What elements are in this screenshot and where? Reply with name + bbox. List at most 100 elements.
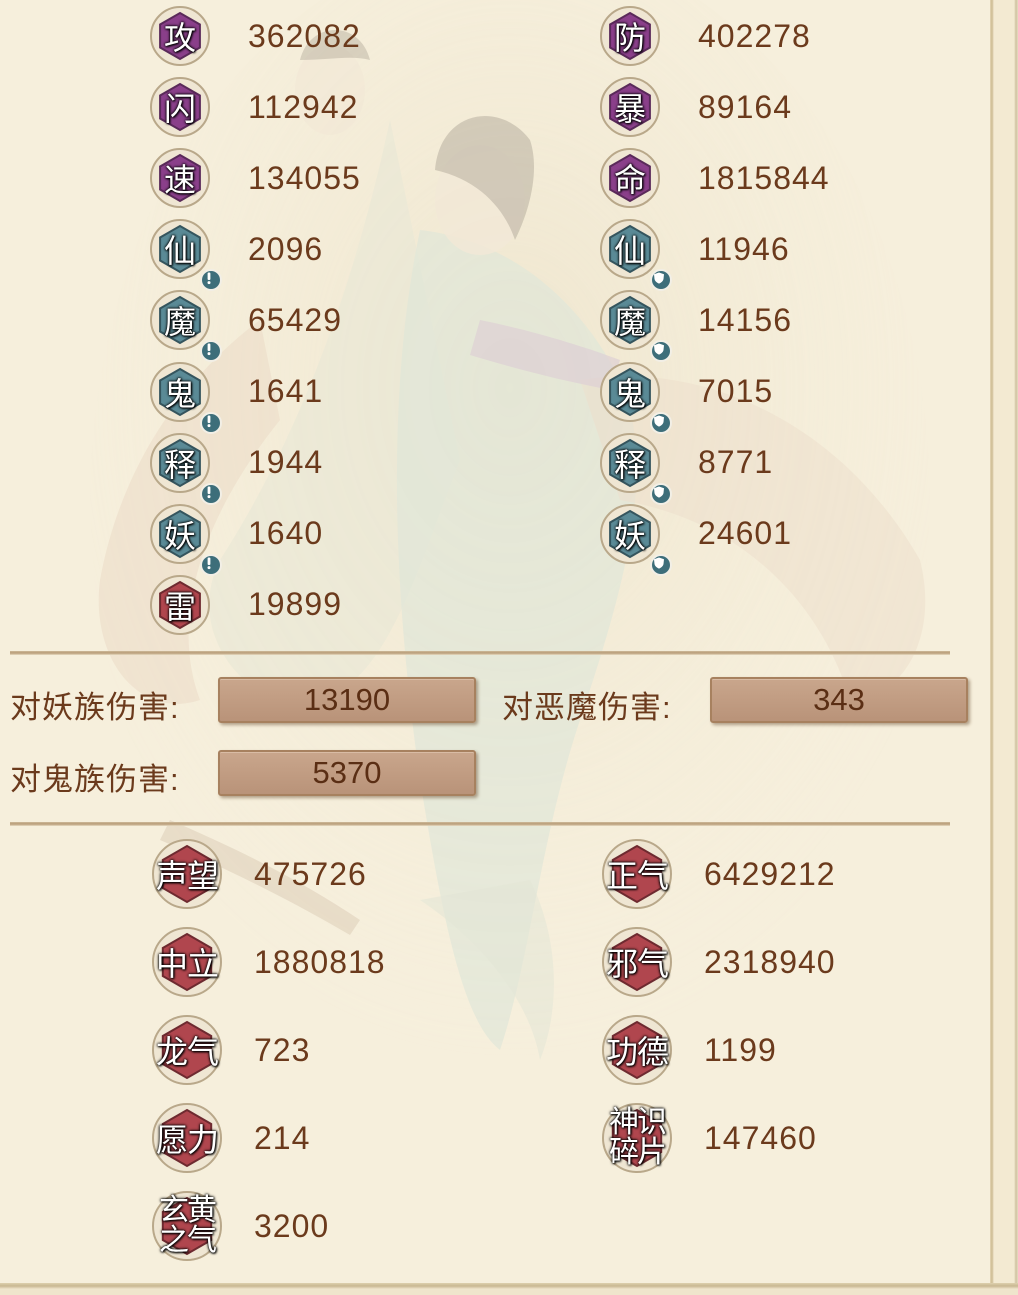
reputation-row: 功德 1199: [602, 1015, 777, 1085]
reputation-row: 神识碎片 147460: [602, 1103, 817, 1173]
stat-hex-icon: 暴: [600, 77, 660, 138]
stat-row: 鬼 7015: [600, 361, 774, 434]
reputation-hex-icon: 中立: [152, 927, 222, 997]
stat-value: 1640: [248, 515, 324, 552]
stat-hex-icon: 释: [600, 432, 672, 505]
stat-icon-char: 攻: [163, 19, 196, 57]
stat-icon-char: 闪: [163, 90, 196, 129]
reputation-value: 723: [254, 1031, 311, 1068]
stat-value: 8771: [698, 444, 774, 481]
stat-icon-char: 暴: [613, 90, 646, 129]
reputation-row: 愿力 214: [152, 1103, 310, 1173]
stat-value: 112942: [248, 88, 359, 125]
reputation-row: 中立 1880818: [152, 927, 386, 997]
stat-icon-char: 仙: [613, 232, 646, 271]
damage-vs-gui-label: 对鬼族伤害:: [10, 762, 180, 797]
exclamation-icon: [200, 411, 222, 434]
reputation-row: 龙气 723: [152, 1015, 310, 1085]
stat-row: 暴 89164: [600, 77, 792, 138]
stat-icon-char: 鬼: [613, 374, 646, 413]
stat-row: 妖 24601: [600, 503, 792, 576]
damage-vs-emo-value: 343: [710, 677, 968, 723]
reputation-row: 玄黄之气 3200: [152, 1191, 329, 1261]
panel-bottom-border: [0, 1283, 1018, 1295]
stat-row: 妖 1640: [150, 503, 324, 576]
reputation-value: 6429212: [704, 855, 836, 892]
reputation-label: 邪气: [605, 945, 669, 983]
stat-icon-char: 雷: [163, 587, 196, 626]
stat-value: 362082: [248, 17, 361, 54]
stat-hex-icon: 鬼: [150, 361, 222, 434]
stat-row: 魔 14156: [600, 290, 792, 363]
stat-row: 释 1944: [150, 432, 324, 505]
reputation-label: 功德: [605, 1033, 669, 1071]
stat-row: 速 134055: [150, 148, 361, 209]
stat-hex-icon: 命: [600, 148, 660, 209]
stat-row: 闪 112942: [150, 77, 359, 138]
exclamation-icon: [200, 340, 222, 363]
shield-icon: [650, 269, 672, 292]
damage-vs-emo-label: 对恶魔伤害:: [502, 690, 672, 725]
stat-hex-icon: 妖: [600, 503, 672, 576]
reputation-row: 正气 6429212: [602, 839, 836, 909]
reputation-label: 愿力: [155, 1121, 219, 1159]
shield-icon: [650, 340, 672, 363]
reputation-label: 神识碎片: [609, 1105, 667, 1170]
stat-icon-char: 仙: [163, 232, 196, 271]
reputation-value: 1199: [704, 1031, 777, 1068]
stat-row: 雷 19899: [150, 574, 342, 635]
stat-icon-char: 魔: [613, 303, 646, 342]
reputation-row: 邪气 2318940: [602, 927, 836, 997]
reputation-value: 2318940: [704, 943, 836, 980]
reputation-label: 玄黄之气: [159, 1193, 217, 1258]
reputation-label: 正气: [605, 857, 669, 895]
stat-hex-icon: 释: [150, 432, 222, 505]
stat-hex-icon: 鬼: [600, 361, 672, 434]
stat-hex-icon: 妖: [150, 503, 222, 576]
stat-value: 7015: [698, 373, 774, 409]
stat-icon-char: 命: [613, 161, 646, 200]
reputation-hex-icon: 玄黄之气: [152, 1191, 222, 1261]
stat-hex-icon: 仙: [150, 219, 222, 292]
stat-row: 命 1815844: [600, 148, 830, 209]
stat-icon-char: 速: [163, 161, 196, 200]
reputation-value: 475726: [254, 855, 367, 892]
exclamation-icon: [200, 553, 222, 576]
stat-value: 89164: [698, 88, 792, 125]
reputation-hex-icon: 愿力: [152, 1103, 222, 1173]
panel-right-border: [990, 0, 1018, 1295]
stat-icon-char: 防: [613, 19, 646, 57]
stat-row: 防 402278: [600, 6, 811, 66]
stat-value: 11946: [698, 230, 790, 267]
exclamation-icon: [200, 482, 222, 505]
reputation-hex-icon: 邪气: [602, 927, 672, 997]
stat-hex-icon: 攻: [150, 6, 210, 66]
stat-hex-icon: 雷: [150, 574, 210, 635]
reputation-hex-icon: 神识碎片: [602, 1103, 672, 1173]
section-divider-top: [10, 651, 950, 655]
reputation-hex-icon: 龙气: [152, 1015, 222, 1085]
reputation-value: 147460: [704, 1119, 817, 1156]
reputation-value: 214: [254, 1119, 311, 1156]
stat-value: 2096: [248, 230, 324, 267]
stat-hex-icon: 闪: [150, 77, 210, 138]
stat-value: 1944: [248, 444, 324, 481]
stat-row: 释 8771: [600, 432, 774, 505]
shield-icon: [650, 553, 672, 576]
stat-icon-char: 鬼: [163, 374, 196, 413]
exclamation-icon: [200, 269, 222, 292]
stat-hex-icon: 魔: [150, 290, 222, 363]
damage-vs-yao-value: 13190: [218, 677, 476, 723]
stat-hex-icon: 魔: [600, 290, 672, 363]
reputation-value: 1880818: [254, 943, 386, 980]
reputation-value: 3200: [254, 1207, 330, 1244]
stat-icon-char: 妖: [613, 516, 646, 555]
stat-value: 134055: [248, 159, 361, 196]
reputation-label: 龙气: [155, 1033, 219, 1071]
shield-icon: [650, 411, 672, 434]
reputation-row: 声望 475726: [152, 839, 367, 909]
stat-row: 鬼 1641: [150, 361, 323, 434]
stat-value: 402278: [698, 17, 811, 54]
damage-vs-gui-value: 5370: [218, 750, 476, 796]
stat-icon-char: 释: [613, 445, 646, 484]
